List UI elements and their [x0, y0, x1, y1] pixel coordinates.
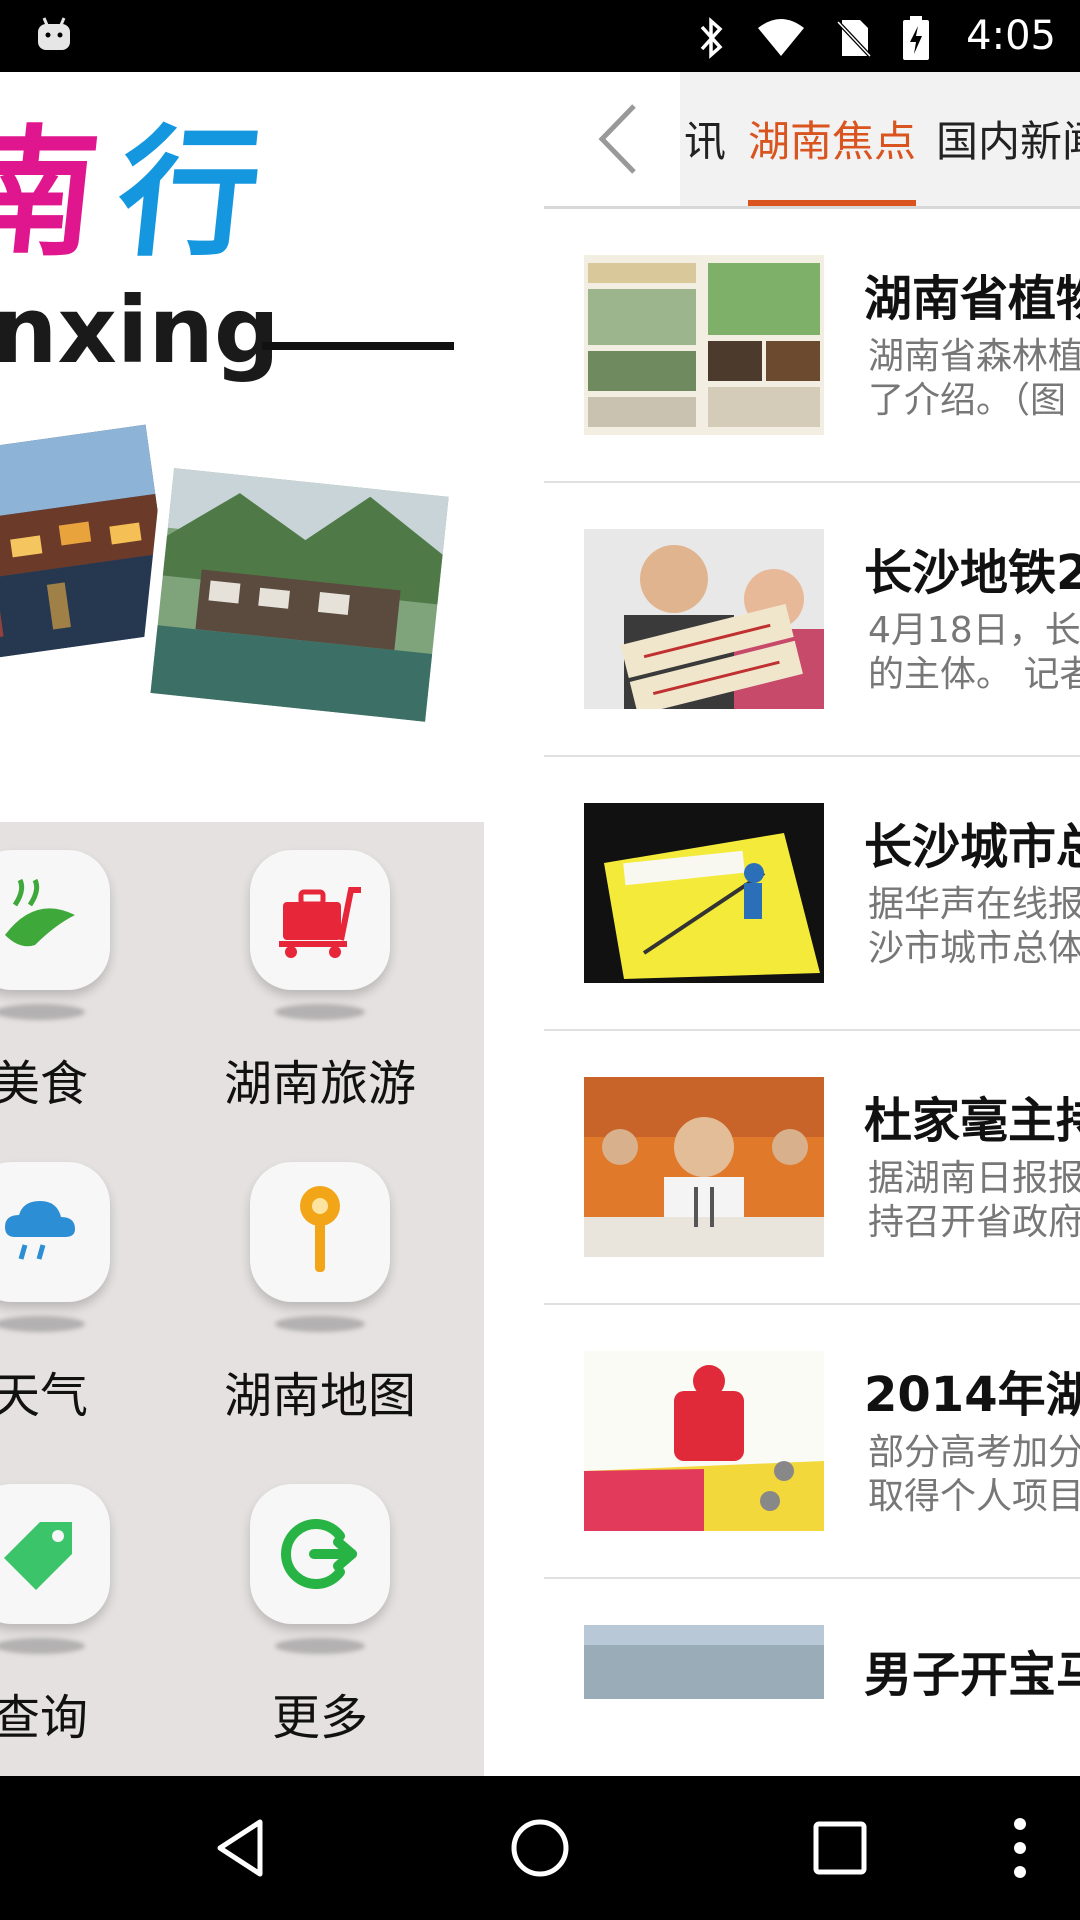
news-item[interactable]: 长沙地铁2 4月18日，长沙 的主体。 记者: [544, 483, 1080, 757]
app-logo: 南 行 nxing: [0, 72, 484, 772]
navigation-bar: [0, 1776, 1080, 1920]
no-sim-icon: [836, 20, 872, 58]
news-item[interactable]: 男子开宝马: [544, 1579, 1080, 1699]
news-title: 长沙地铁2: [864, 545, 1080, 601]
android-icon: [38, 17, 70, 50]
overflow-menu-icon[interactable]: [988, 1816, 1052, 1880]
home-circle-icon[interactable]: [508, 1816, 572, 1880]
status-bar: 4:05: [0, 0, 1080, 72]
clock: 4:05: [966, 13, 1056, 59]
news-summary: 4月18日，长沙 的主体。 记者: [868, 610, 1080, 695]
recents-square-icon[interactable]: [808, 1816, 872, 1880]
grid-item-hunan-travel[interactable]: 湖南旅游: [210, 850, 430, 1114]
news-item[interactable]: 长沙城市总 据华声在线报 沙市城市总体: [544, 757, 1080, 1031]
news-thumbnail: [584, 1625, 824, 1699]
grid-item-label: 查询: [0, 1690, 88, 1746]
tab-domestic-news[interactable]: 国内新闻: [936, 108, 1080, 169]
news-title: 长沙城市总: [864, 819, 1080, 875]
map-pin-icon: [300, 1186, 340, 1272]
news-title: 2014年湖南: [864, 1367, 1080, 1423]
news-item[interactable]: 湖南省植物 湖南省森林植 了介绍。（图: [544, 209, 1080, 483]
news-thumbnail: [584, 529, 824, 709]
news-title: 男子开宝马: [864, 1647, 1080, 1699]
news-summary: 部分高考加分 取得个人项目: [868, 1432, 1080, 1517]
logo-title: 南: [0, 113, 106, 276]
logo-pinyin: nxing: [0, 277, 280, 384]
tag-icon: [4, 1522, 72, 1590]
grid-item-label: 美食: [0, 1056, 88, 1112]
svg-text:行: 行: [111, 113, 268, 276]
grid-item-weather[interactable]: 天气: [0, 1162, 150, 1426]
news-list: 湖南省植物 湖南省森林植 了介绍。（图: [544, 209, 1080, 1699]
grid-item-query[interactable]: 查询: [0, 1484, 150, 1748]
tab-bar: 讯 湖南焦点 国内新闻: [544, 72, 1080, 209]
news-thumbnail: [584, 1351, 824, 1531]
grid-item-label: 天气: [0, 1368, 88, 1424]
battery-charging-icon: [903, 16, 929, 60]
news-thumbnail: [584, 803, 824, 983]
news-thumbnail: [584, 255, 824, 435]
photo-river-town: [137, 454, 462, 735]
grid-item-food[interactable]: 美食: [0, 850, 150, 1114]
news-summary: 湖南省森林植 了介绍。（图: [868, 336, 1080, 421]
tab-strip: 讯 湖南焦点 国内新闻: [680, 72, 1080, 206]
tab-back-button[interactable]: [544, 72, 680, 206]
news-title: 杜家毫主持: [864, 1093, 1080, 1149]
grid-item-hunan-map[interactable]: 湖南地图: [210, 1162, 430, 1426]
grid-item-label: 湖南地图: [223, 1368, 416, 1424]
news-item[interactable]: 2014年湖南 部分高考加分 取得个人项目: [544, 1305, 1080, 1579]
tab-hunan-focus[interactable]: 湖南焦点: [748, 108, 916, 169]
news-summary: 据湖南日报报 持召开省政府: [868, 1158, 1080, 1243]
news-item[interactable]: 杜家毫主持 据湖南日报报 持召开省政府: [544, 1031, 1080, 1305]
grid-item-more[interactable]: 更多: [210, 1484, 430, 1748]
category-grid: 美食 湖南旅游 天气 湖南地图 查询 更多: [0, 822, 484, 1776]
grid-item-label: 更多: [271, 1690, 368, 1746]
more-arrow-icon: [281, 1519, 357, 1589]
back-triangle-icon[interactable]: [210, 1816, 274, 1880]
chevron-left-icon: [598, 104, 636, 174]
drawer-panel[interactable]: 南 行 nxing 美食 湖南旅游 天气 湖南地图 查询 更多: [0, 72, 484, 1776]
main-content: 南 行 nxing 美食 湖南旅游 天气 湖南地图 查询 更多 讯 湖南焦点 国…: [0, 72, 1080, 1776]
wifi-icon: [758, 19, 804, 56]
news-title: 湖南省植物: [864, 271, 1080, 327]
bluetooth-icon: [700, 17, 723, 59]
food-icon: [5, 878, 75, 947]
news-panel: 讯 湖南焦点 国内新闻: [544, 72, 1080, 1776]
tab-news-partial[interactable]: 讯: [684, 108, 726, 169]
luggage-cart-icon: [279, 887, 361, 958]
weather-icon: [5, 1201, 75, 1260]
news-thumbnail: [584, 1077, 824, 1257]
news-summary: 据华声在线报 沙市城市总体: [868, 884, 1080, 969]
grid-item-label: 湖南旅游: [223, 1056, 416, 1112]
